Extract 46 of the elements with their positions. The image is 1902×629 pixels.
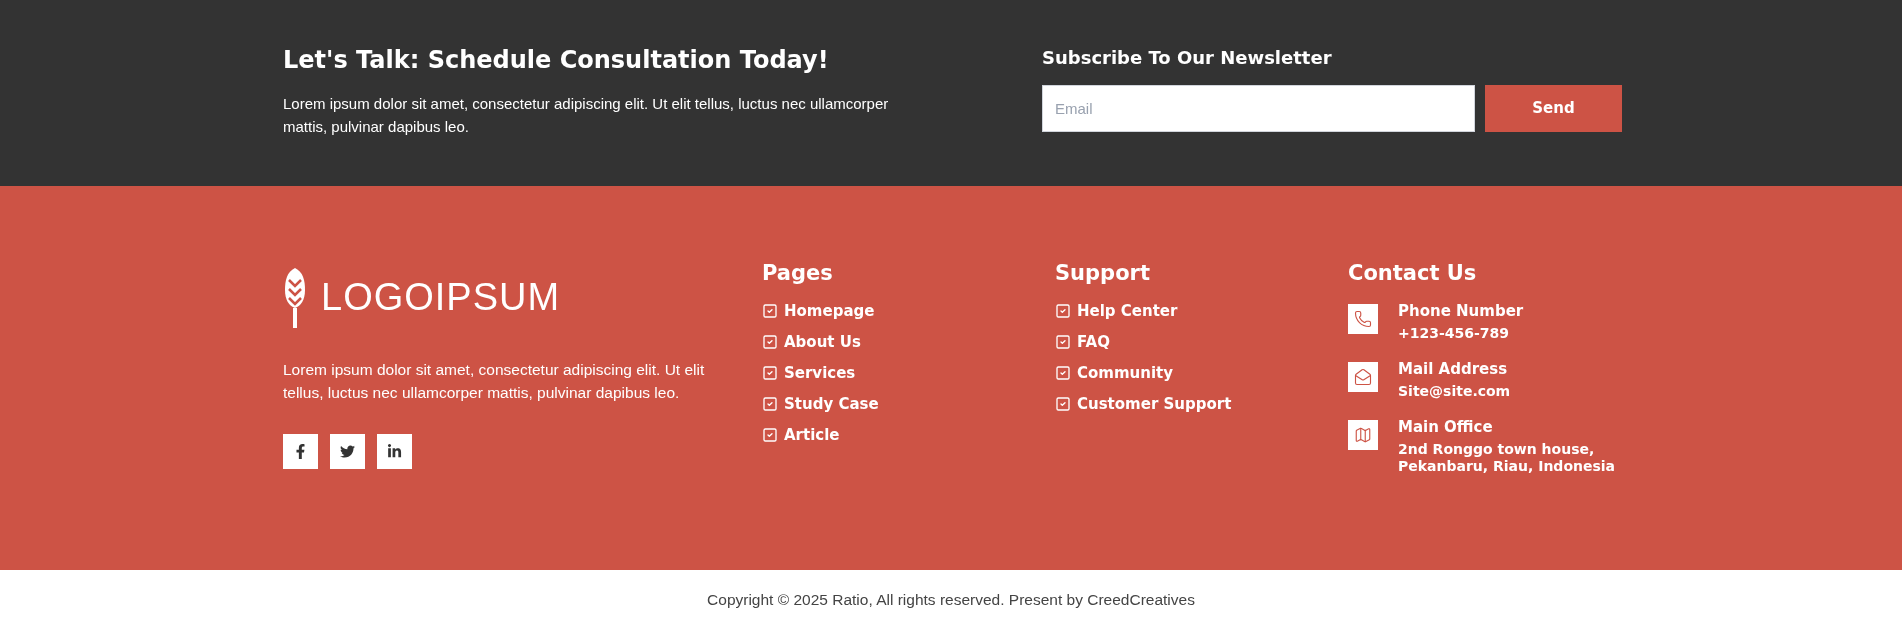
footer-link[interactable]: Services <box>762 362 856 384</box>
mail-icon <box>1354 368 1372 386</box>
newsletter-title: Subscribe To Our Newsletter <box>1042 46 1333 70</box>
cta-text: Lorem ipsum dolor sit amet, consectetur adipiscing elit. Ut elit tellus, luctus nec ullamcorper mattis, pulvinar dapibus leo. <box>283 94 890 137</box>
logo-wordmark: LOGOIPSUM <box>321 278 561 316</box>
email-field[interactable]: Email <box>1042 85 1475 132</box>
checkbox-icon <box>762 334 778 350</box>
copyright-text: Copyright © 2025 Ratio, All rights reserved. Present by CreedCreatives <box>707 589 1195 610</box>
facebook-icon <box>293 444 308 459</box>
column-title: Pages <box>762 260 834 286</box>
footer-link[interactable]: Homepage <box>762 300 875 322</box>
contact-label: Mail Address <box>1398 359 1509 380</box>
contact-value: 2nd Ronggo town house, Pekanbaru, Riau, Indonesia <box>1398 441 1617 475</box>
checkbox-icon <box>762 427 778 443</box>
send-button[interactable]: Send <box>1485 85 1622 132</box>
checkbox-icon <box>762 396 778 412</box>
contact-label: Main Office <box>1398 417 1494 438</box>
checkbox-icon <box>1055 396 1071 412</box>
checkbox-icon <box>762 303 778 319</box>
checkbox-icon <box>762 365 778 381</box>
map-icon <box>1354 426 1372 444</box>
footer-link[interactable]: Customer Support <box>1055 393 1232 415</box>
footer-link[interactable]: Help Center <box>1055 300 1178 322</box>
linkedin-button[interactable] <box>377 434 412 469</box>
checkbox-icon <box>1055 365 1071 381</box>
column-title: Support <box>1055 260 1151 286</box>
footer-link[interactable]: FAQ <box>1055 331 1110 353</box>
twitter-icon <box>340 444 355 459</box>
linkedin-icon <box>387 444 402 459</box>
contact-value: +123-456-789 <box>1398 325 1511 342</box>
footer-link[interactable]: Community <box>1055 362 1174 384</box>
phone-icon <box>1354 310 1372 328</box>
brand-text: Lorem ipsum dolor sit amet, consectetur adipiscing elit. Ut elit tellus, luctus nec ullamcorper mattis, pulvinar dapibus leo. <box>283 360 706 403</box>
contact-label: Phone Number <box>1398 301 1525 322</box>
footer-link[interactable]: Study Case <box>762 393 879 415</box>
wheat-icon <box>283 266 307 328</box>
footer-link[interactable]: About Us <box>762 331 861 353</box>
logo[interactable]: LOGOIPSUM <box>283 266 561 328</box>
checkbox-icon <box>1055 334 1071 350</box>
footer-link[interactable]: Article <box>762 424 840 446</box>
column-title: Contact Us <box>1348 260 1478 286</box>
contact-value: Site@site.com <box>1398 383 1512 400</box>
twitter-button[interactable] <box>330 434 365 469</box>
cta-title: Let's Talk: Schedule Consultation Today! <box>283 45 830 76</box>
checkbox-icon <box>1055 303 1071 319</box>
facebook-button[interactable] <box>283 434 318 469</box>
